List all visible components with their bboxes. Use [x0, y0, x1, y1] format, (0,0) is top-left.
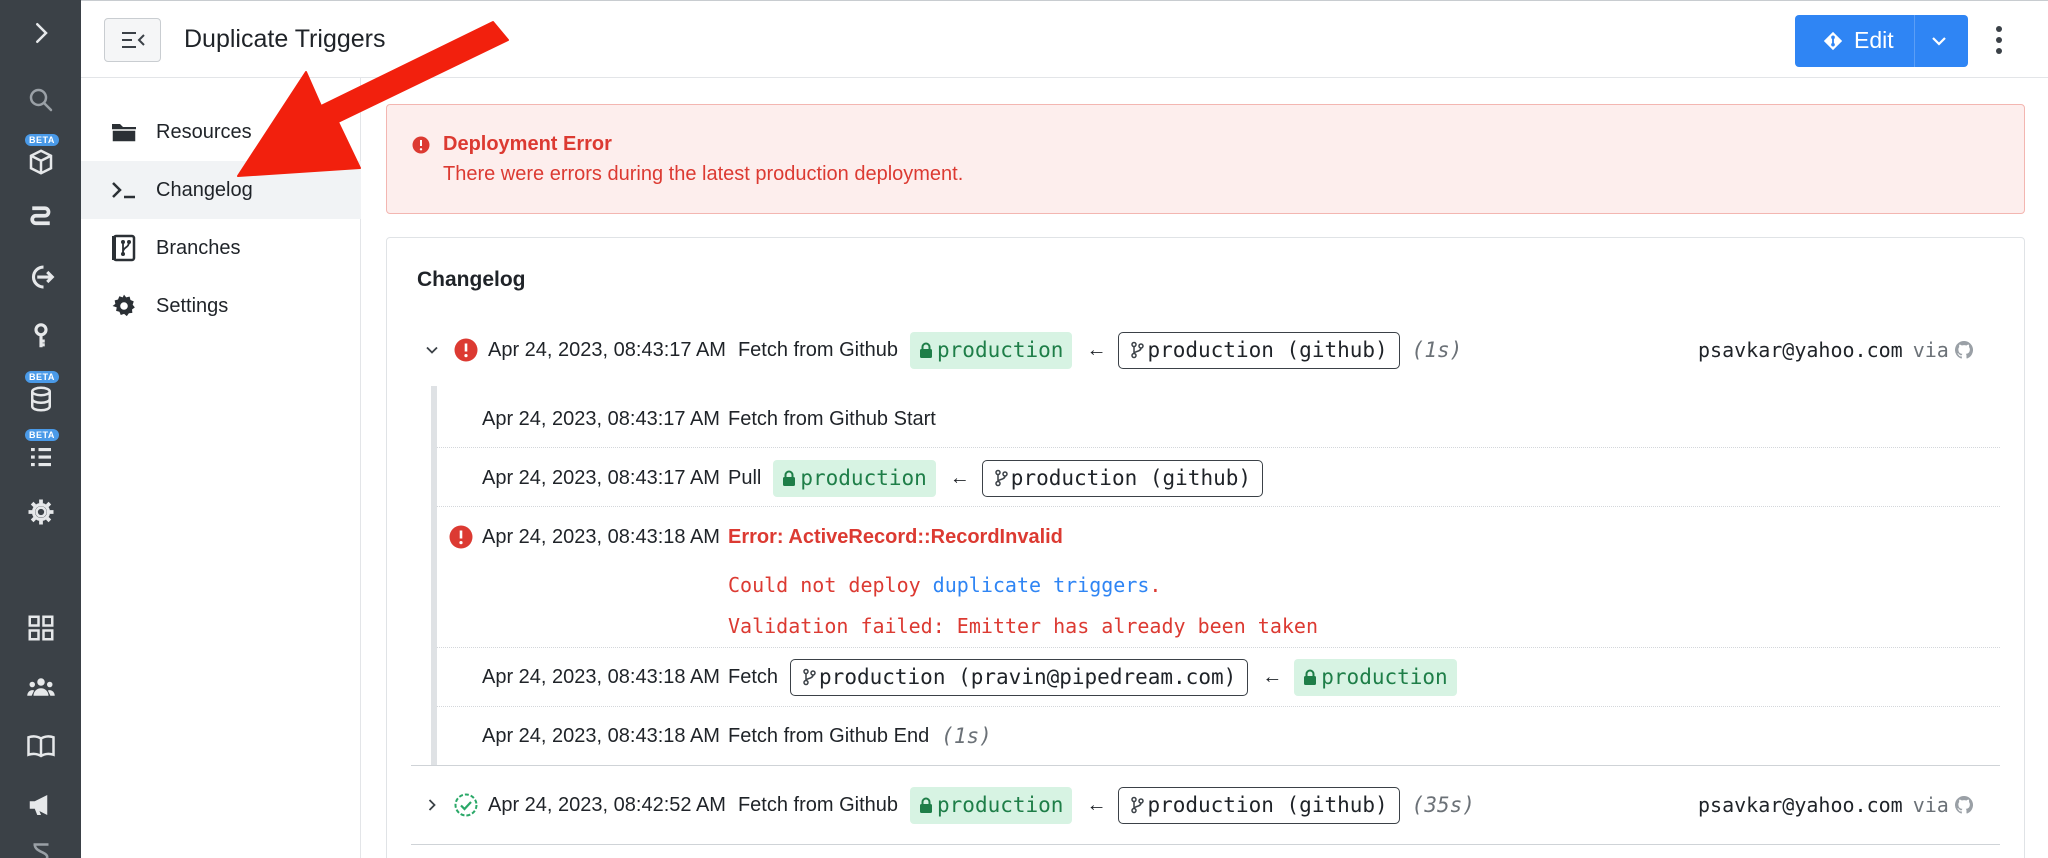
data-stores-beta-icon[interactable]: BETA	[0, 370, 81, 420]
entry-duration: (1s)	[1411, 338, 1463, 362]
entry-duration: (1s)	[941, 724, 992, 748]
docs-book-icon[interactable]	[0, 721, 81, 771]
lock-icon	[1304, 669, 1317, 685]
source-branch-tag[interactable]: production (pravin@pipedream.com)	[790, 658, 1249, 696]
more-options-button[interactable]	[1989, 21, 2009, 59]
edit-button-divider	[1914, 15, 1915, 67]
production-tag[interactable]: production	[910, 786, 1073, 824]
edit-button-label: Edit	[1854, 27, 1894, 53]
terminal-prompt-icon	[110, 176, 138, 204]
github-icon	[1954, 796, 1973, 814]
sub-entry: Apr 24, 2023, 08:43:17 AM Fetch from Git…	[482, 407, 936, 430]
error-detail-line: Could not deploy duplicate triggers .	[728, 573, 1162, 597]
workflows-icon[interactable]	[0, 192, 81, 242]
entry-user: psavkar@yahoo.com via	[1698, 786, 1973, 824]
entry-action: Fetch from Github	[737, 793, 899, 816]
entry-duration: (35s)	[1411, 793, 1475, 817]
folder-icon	[110, 118, 138, 146]
sub-entry: Apr 24, 2023, 08:43:18 AM Fetch producti…	[482, 658, 1457, 696]
alert-message: There were errors during the latest prod…	[443, 163, 964, 185]
entry-separator	[411, 844, 2000, 845]
error-circle-icon	[412, 136, 430, 154]
git-diamond-icon	[1823, 31, 1843, 51]
left-arrow-icon: ←	[1262, 665, 1283, 688]
workflow-link[interactable]: duplicate triggers	[933, 573, 1150, 597]
changelog-entry[interactable]: Apr 24, 2023, 08:42:52 AM Fetch from Git…	[424, 786, 1475, 824]
production-tag[interactable]: production	[1294, 658, 1457, 696]
sidenav-label: Settings	[156, 294, 229, 317]
source-branch-tag[interactable]: production (github)	[1118, 786, 1400, 824]
left-arrow-icon: ←	[1086, 338, 1107, 361]
key-icon[interactable]	[0, 311, 81, 361]
kebab-menu-icon	[1996, 26, 2002, 54]
git-branch-icon	[1131, 341, 1145, 359]
event-history-beta-icon[interactable]: BETA	[0, 428, 81, 478]
entry-timestamp: Apr 24, 2023, 08:42:52 AM	[488, 793, 726, 816]
search-icon[interactable]	[0, 75, 81, 125]
entry-separator	[411, 765, 2000, 766]
row-separator	[437, 647, 2000, 648]
settings-gear-icon[interactable]	[0, 487, 81, 537]
error-title: Error: ActiveRecord::RecordInvalid	[728, 525, 1063, 548]
left-arrow-icon: ←	[1086, 793, 1107, 816]
entry-user: psavkar@yahoo.com via	[1698, 331, 1973, 369]
sub-entry-error: Apr 24, 2023, 08:43:18 AM Error: ActiveR…	[449, 518, 1063, 556]
production-tag[interactable]: production	[910, 331, 1073, 369]
error-status-icon	[454, 338, 478, 362]
branches-book-icon	[110, 234, 138, 262]
settings-gear-icon	[110, 292, 138, 320]
success-check-icon	[454, 793, 478, 817]
sidenav-item-changelog[interactable]: Changelog	[81, 161, 361, 219]
lock-icon	[920, 797, 933, 813]
top-header: Duplicate Triggers Edit	[81, 0, 2048, 78]
error-status-icon	[449, 525, 473, 549]
git-branch-icon	[803, 668, 816, 686]
apps-grid-icon[interactable]	[0, 603, 81, 653]
icon-rail: BETA BETA BETA	[0, 0, 81, 858]
sidenav-label: Branches	[156, 236, 241, 259]
page-title: Duplicate Triggers	[184, 25, 386, 53]
sub-entry: Apr 24, 2023, 08:43:17 AM Pull productio…	[482, 459, 1264, 497]
entry-timestamp: Apr 24, 2023, 08:43:17 AM	[488, 338, 726, 361]
source-branch-tag[interactable]: production (github)	[981, 459, 1264, 497]
error-detail-line: Validation failed: Emitter has already b…	[728, 614, 1319, 638]
sidenav-item-settings[interactable]: Settings	[81, 277, 361, 335]
lock-icon	[783, 470, 796, 486]
git-branch-icon	[995, 469, 1008, 487]
announcements-megaphone-icon[interactable]	[0, 780, 81, 830]
chevron-down-icon[interactable]	[424, 342, 440, 358]
chevron-down-icon[interactable]	[1930, 33, 1948, 49]
chevron-right-icon[interactable]	[424, 797, 440, 813]
changelog-title: Changelog	[417, 268, 526, 291]
lock-icon	[920, 342, 933, 358]
changelog-entry[interactable]: Apr 24, 2023, 08:43:17 AM Fetch from Git…	[424, 331, 1462, 369]
row-separator	[437, 706, 2000, 707]
collapse-menu-button[interactable]	[104, 18, 161, 62]
team-icon[interactable]	[0, 662, 81, 712]
nested-indent-bar	[431, 386, 437, 765]
sidenav-label: Resources	[156, 120, 252, 143]
left-arrow-icon: ←	[949, 466, 970, 489]
row-separator	[437, 447, 2000, 448]
source-branch-tag[interactable]: production (github)	[1118, 331, 1400, 369]
project-sidenav: Resources Changelog Branches Settings	[81, 78, 361, 858]
edit-button[interactable]: Edit	[1795, 15, 1968, 67]
expand-chevron-icon[interactable]	[0, 8, 81, 58]
hourglass-icon[interactable]	[0, 838, 81, 858]
git-branch-icon	[1131, 796, 1145, 814]
sources-icon[interactable]	[0, 252, 81, 302]
entry-action: Fetch from Github	[737, 338, 899, 361]
sub-entry: Apr 24, 2023, 08:43:18 AM Fetch from Git…	[482, 724, 992, 748]
alert-title: Deployment Error	[443, 133, 612, 155]
sidenav-label: Changelog	[156, 178, 253, 201]
projects-beta-icon[interactable]: BETA	[0, 133, 81, 183]
sidenav-item-branches[interactable]: Branches	[81, 219, 361, 277]
production-tag[interactable]: production	[773, 459, 936, 497]
menu-collapse-icon	[121, 32, 145, 48]
row-separator	[437, 506, 2000, 507]
sidenav-item-resources[interactable]: Resources	[81, 103, 361, 161]
github-icon	[1954, 341, 1973, 359]
deployment-error-alert: Deployment Error There were errors durin…	[386, 104, 2025, 214]
